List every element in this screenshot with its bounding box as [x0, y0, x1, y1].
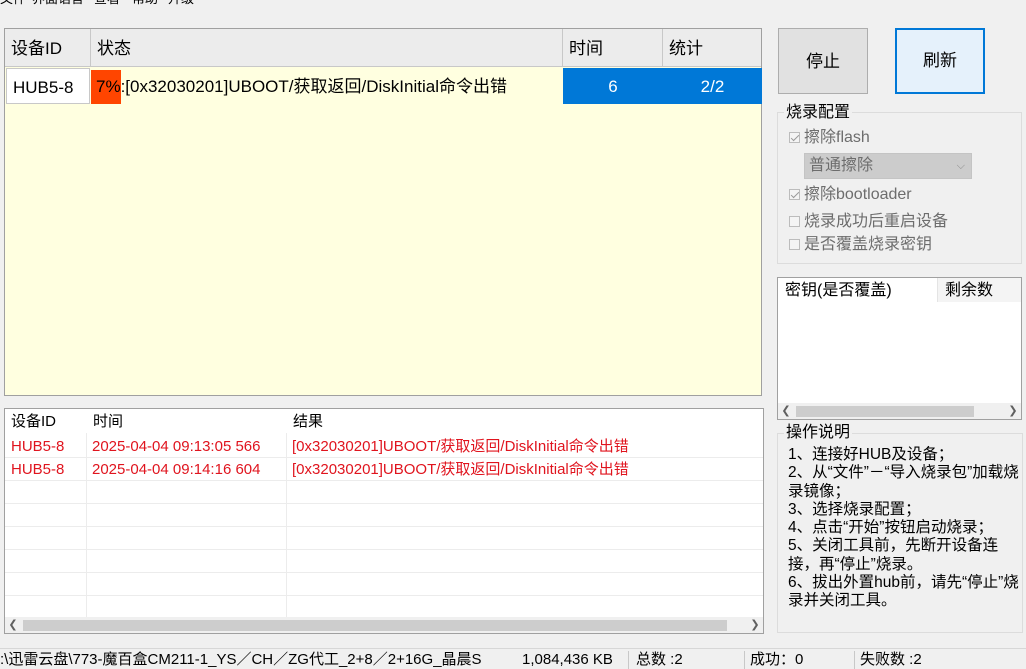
column-header-remaining[interactable]: 剩余数 — [938, 278, 1021, 302]
log-time: 2025-04-04 09:13:05 566 — [92, 438, 261, 455]
menu-view[interactable]: 查看 — [94, 0, 120, 8]
cell-status: 7%:[0x32030201]UBOOT/获取返回/DiskInitial命令出… — [91, 68, 563, 104]
status-file-size: 1,084,436 KB — [522, 651, 613, 668]
scroll-left-icon[interactable]: ❮ — [778, 403, 794, 419]
erase-mode-select[interactable]: 普通擦除 ⌵ — [804, 153, 972, 179]
list-item-empty — [5, 550, 763, 573]
erase-flash-checkbox[interactable]: 擦除flash — [789, 128, 870, 148]
log-device-id: HUB5-8 — [11, 461, 65, 478]
column-header-stat[interactable]: 统计 — [663, 29, 761, 67]
cell-time: 6 — [563, 68, 663, 104]
status-total: 总数 :2 — [636, 651, 683, 668]
instructions-text: 1、连接好HUB及设备； 2、从“文件”－“导入烧录包”加载烧录镜像； 3、选择… — [788, 446, 1019, 610]
stop-button[interactable]: 停止 — [778, 28, 868, 94]
log-result: [0x32030201]UBOOT/获取返回/DiskInitial命令出错 — [292, 461, 629, 478]
column-header-time[interactable]: 时间 — [563, 29, 663, 67]
progress-percent: 7% — [96, 77, 121, 96]
column-header-device-id[interactable]: 设备ID — [5, 409, 87, 431]
checkbox-icon — [789, 216, 800, 227]
key-table-horizontal-scrollbar[interactable]: ❮ ❯ — [778, 403, 1021, 419]
checkbox-icon — [789, 239, 800, 250]
status-separator — [628, 651, 629, 669]
status-file-path: :\迅雷云盘\773-魔百盒CM211-1_YS／CH／ZG代工_2+8／2+1… — [0, 651, 482, 668]
list-item[interactable]: HUB5-8 2025-04-04 09:14:16 604 [0x320302… — [5, 458, 763, 481]
menu-help[interactable]: 帮助 — [132, 0, 158, 8]
scroll-right-icon[interactable]: ❯ — [747, 617, 763, 633]
checkbox-checked-icon — [789, 132, 800, 143]
overwrite-key-checkbox[interactable]: 是否覆盖烧录密钥 — [789, 235, 932, 255]
column-header-result[interactable]: 结果 — [287, 409, 757, 431]
list-item-empty — [5, 573, 763, 596]
log-result: [0x32030201]UBOOT/获取返回/DiskInitial命令出错 — [292, 438, 629, 455]
status-success: 成功：0 — [750, 651, 804, 668]
scroll-right-icon[interactable]: ❯ — [1005, 403, 1021, 419]
log-time: 2025-04-04 09:14:16 604 — [92, 461, 261, 478]
log-list[interactable]: 设备ID 时间 结果 HUB5-8 2025-04-04 09:13:05 56… — [4, 408, 764, 634]
column-header-key[interactable]: 密钥(是否覆盖) — [778, 278, 938, 302]
menu-language[interactable]: 界面语言 — [32, 0, 84, 8]
checkbox-checked-icon — [789, 189, 800, 200]
status-separator — [744, 651, 745, 669]
status-message: :[0x32030201]UBOOT/获取返回/DiskInitial命令出错 — [120, 77, 507, 96]
status-fail: 失败数 :2 — [860, 651, 922, 668]
scroll-left-icon[interactable]: ❮ — [5, 617, 21, 633]
column-header-device-id[interactable]: 设备ID — [5, 29, 91, 67]
column-header-status[interactable]: 状态 — [91, 29, 563, 67]
menu-bar: 文件 界面语言 查看 帮助 升级 — [0, 0, 1026, 8]
cell-stat: 2/2 — [663, 68, 762, 104]
device-table[interactable]: 设备ID 状态 时间 统计 HUB5-8 7%:[0x32030201]UBOO… — [4, 28, 762, 396]
list-item-empty — [5, 481, 763, 504]
log-horizontal-scrollbar[interactable]: ❮ ❯ — [5, 617, 763, 633]
burn-config-title: 烧录配置 — [784, 104, 853, 122]
cell-device-id: HUB5-8 — [6, 68, 90, 104]
erase-bootloader-checkbox[interactable]: 擦除bootloader — [789, 185, 912, 205]
scrollbar-thumb[interactable] — [796, 406, 974, 417]
column-header-time[interactable]: 时间 — [87, 409, 287, 431]
key-table[interactable]: 密钥(是否覆盖) 剩余数 ❮ ❯ — [777, 277, 1022, 420]
refresh-button[interactable]: 刷新 — [895, 28, 985, 94]
chevron-down-icon: ⌵ — [956, 160, 965, 172]
menu-file[interactable]: 文件 — [0, 0, 26, 8]
list-item-empty — [5, 527, 763, 550]
log-device-id: HUB5-8 — [11, 438, 65, 455]
instructions-title: 操作说明 — [784, 424, 853, 442]
status-bar: :\迅雷云盘\773-魔百盒CM211-1_YS／CH／ZG代工_2+8／2+1… — [0, 648, 1026, 669]
list-item[interactable]: HUB5-8 2025-04-04 09:13:05 566 [0x320302… — [5, 435, 763, 458]
menu-upgrade[interactable]: 升级 — [168, 0, 194, 8]
reboot-after-checkbox[interactable]: 烧录成功后重启设备 — [789, 212, 948, 232]
scrollbar-thumb[interactable] — [23, 620, 727, 631]
list-item-empty — [5, 596, 763, 619]
status-separator — [854, 651, 855, 669]
list-item-empty — [5, 504, 763, 527]
